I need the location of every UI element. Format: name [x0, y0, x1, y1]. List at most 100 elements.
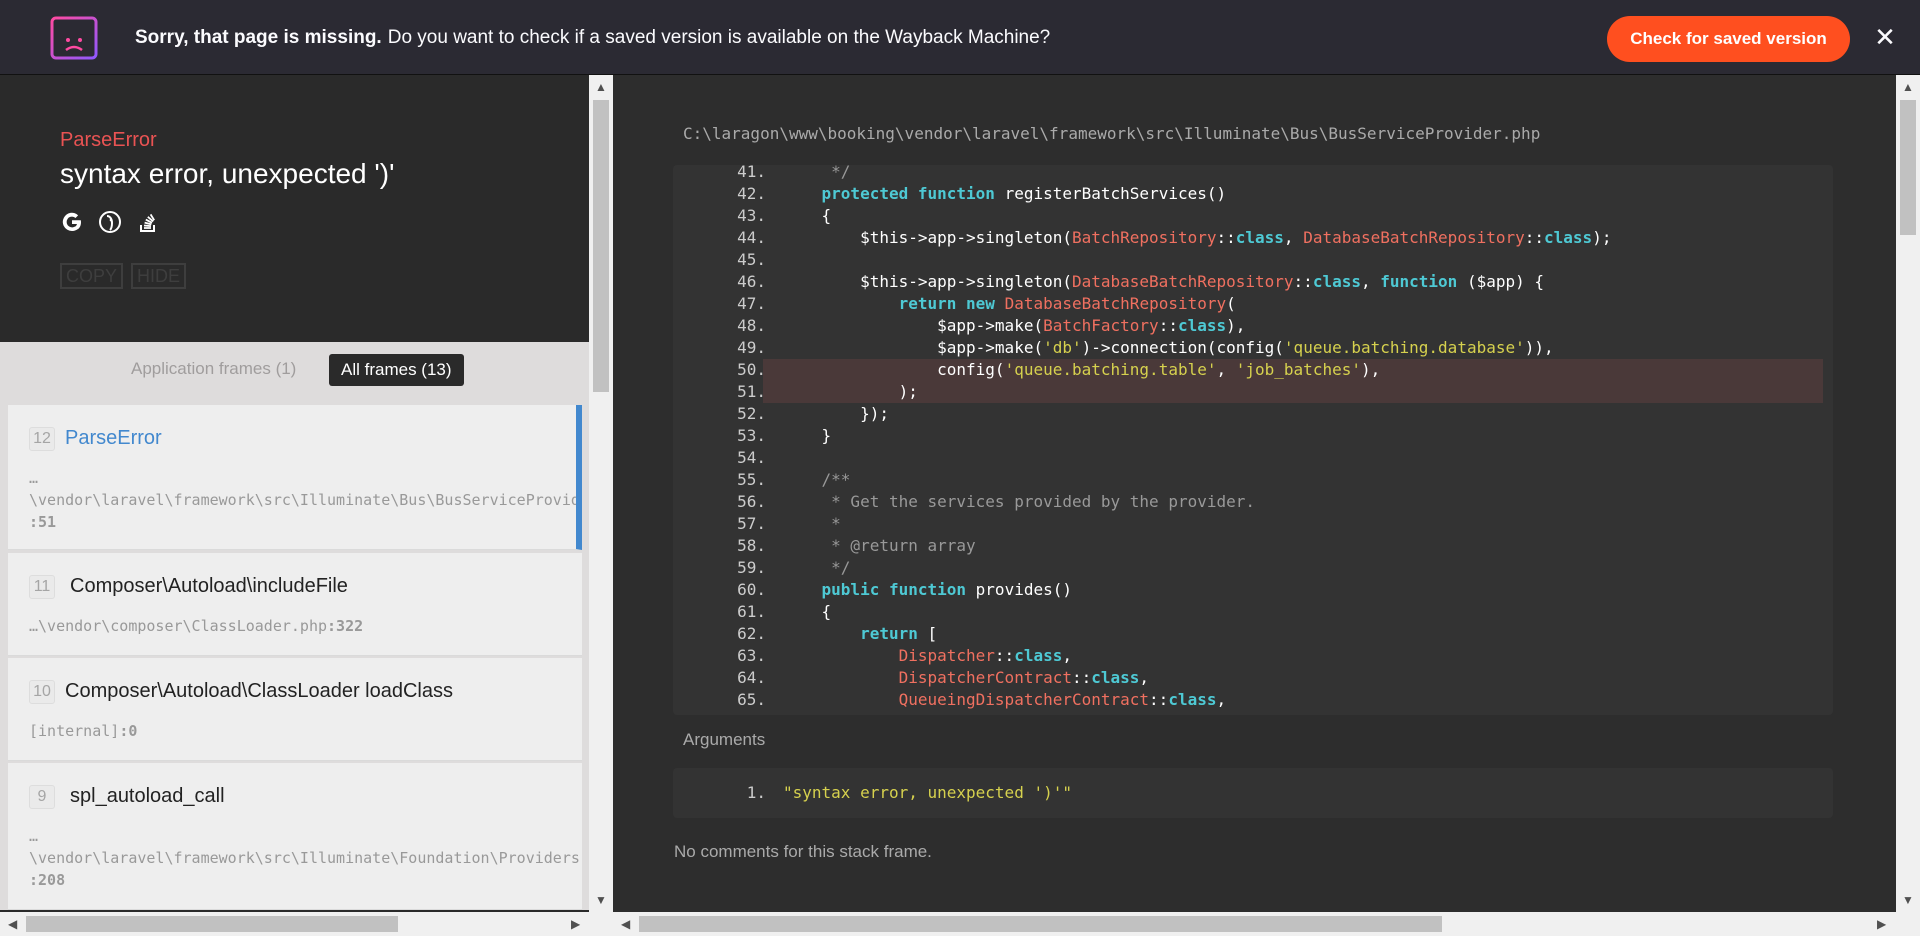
frame-file-path: …\vendor\composer\ClassLoader.php [29, 617, 328, 635]
frame-index: 11 [29, 575, 55, 599]
line-number: 52. [737, 404, 766, 423]
line-code: { [783, 206, 832, 225]
scroll-right-icon[interactable]: ▶ [571, 917, 580, 931]
frame-class: Composer\Autoload\includeFile [70, 575, 348, 597]
line-code: * @return array [783, 536, 976, 555]
line-code: DispatcherContract::class, [898, 668, 1150, 687]
frame-index: 9 [29, 785, 55, 809]
left-horizontal-scrollbar[interactable]: ◀ ▶ [0, 912, 589, 936]
code-line: 45. [673, 249, 1833, 271]
code-line: 42. protected function registerBatchServ… [673, 183, 1833, 205]
scrollbar-corner [589, 912, 613, 936]
line-number: 59. [737, 558, 766, 577]
code-line: 65. QueueingDispatcherContract::class, [673, 689, 1833, 711]
frame-class: ParseError [65, 427, 162, 449]
frame-file: …\vendor\composer\ClassLoader.php:322 [29, 615, 363, 637]
all-frames-tab[interactable]: All frames (13) [329, 354, 464, 386]
application-frames-tab[interactable]: Application frames (1) [131, 359, 296, 379]
line-code: ); [783, 382, 918, 401]
scroll-down-icon[interactable]: ▼ [595, 893, 607, 907]
code-line: 58. * @return array [673, 535, 1833, 557]
banner-bold-text: Sorry, that page is missing. [135, 27, 382, 48]
line-code: * [783, 514, 841, 533]
line-number: 54. [737, 448, 766, 467]
exception-type: ParseError [60, 129, 157, 151]
line-number: 64. [737, 668, 766, 687]
stack-frame[interactable]: 11 Composer\Autoload\includeFile …\vendo… [8, 553, 582, 656]
line-number: 53. [737, 426, 766, 445]
scroll-right-icon[interactable]: ▶ [1877, 917, 1886, 931]
line-number: 57. [737, 514, 766, 533]
scroll-down-icon[interactable]: ▼ [1902, 893, 1914, 907]
argument-number: 1. [746, 783, 766, 802]
line-code: return new DatabaseBatchRepository( [898, 294, 1236, 313]
frame-file-path[interactable]: C:\laragon\www\booking\vendor\laravel\fr… [683, 124, 1540, 143]
exception-header: ParseError syntax error, unexpected ')' … [0, 75, 589, 342]
line-code: return [ [860, 624, 938, 643]
left-vertical-scrollbar[interactable]: ▲ ▼ [589, 75, 613, 912]
frame-file-path: … \vendor\laravel\framework\src\Illumina… [29, 469, 582, 509]
frame-class: spl_autoload_call [70, 785, 225, 807]
code-line: 60. public function provides() [673, 579, 1833, 601]
scrollbar-thumb[interactable] [593, 100, 609, 392]
stack-frame[interactable]: 12 ParseError … \vendor\laravel\framewor… [8, 405, 582, 550]
duckduckgo-icon[interactable] [98, 210, 122, 234]
exception-actions: COPY HIDE [60, 263, 187, 289]
stack-frame[interactable]: 10 Composer\Autoload\ClassLoader loadCla… [8, 658, 582, 761]
code-line: 46. $this->app->singleton(DatabaseBatchR… [673, 271, 1833, 293]
stackoverflow-icon[interactable] [136, 210, 160, 234]
right-horizontal-scrollbar[interactable]: ◀ ▶ [613, 912, 1920, 936]
scroll-up-icon[interactable]: ▲ [595, 80, 607, 94]
line-number: 55. [737, 470, 766, 489]
google-icon[interactable] [60, 210, 84, 234]
code-snippet: 41. */42. protected function registerBat… [673, 165, 1833, 715]
line-code: $app->make(BatchFactory::class), [783, 316, 1246, 335]
code-line: 49. $app->make('db')->connection(config(… [673, 337, 1833, 359]
frame-line: :0 [119, 722, 138, 740]
code-line: 61. { [673, 601, 1833, 623]
line-code: Dispatcher::class, [898, 646, 1072, 665]
line-code: */ [783, 165, 851, 181]
line-number: 58. [737, 536, 766, 555]
code-line: 48. $app->make(BatchFactory::class), [673, 315, 1833, 337]
hide-button[interactable]: HIDE [131, 263, 187, 289]
scroll-left-icon[interactable]: ◀ [8, 917, 17, 931]
right-vertical-scrollbar[interactable]: ▲ ▼ [1896, 75, 1920, 912]
code-line: 51. ); [737, 381, 1823, 403]
code-line: 56. * Get the services provided by the p… [673, 491, 1833, 513]
argument-value: "syntax error, unexpected ')'" [783, 783, 1072, 802]
code-line: 44. $this->app->singleton(BatchRepositor… [673, 227, 1833, 249]
line-code: */ [783, 558, 851, 577]
scroll-left-icon[interactable]: ◀ [621, 917, 630, 931]
line-number: 41. [737, 165, 766, 181]
exception-message: syntax error, unexpected ')' [60, 158, 395, 189]
code-line: 59. */ [673, 557, 1833, 579]
code-line: 53. } [673, 425, 1833, 447]
line-code: /** [783, 470, 851, 489]
copy-button[interactable]: COPY [60, 263, 124, 289]
line-number: 42. [737, 184, 766, 203]
stack-frame-list: 12 ParseError … \vendor\laravel\framewor… [0, 400, 589, 910]
frame-line: :208 [29, 871, 66, 889]
left-panel: ParseError syntax error, unexpected ')' … [0, 75, 589, 936]
check-saved-version-button[interactable]: Check for saved version [1607, 16, 1850, 62]
code-line: 63. Dispatcher::class, [673, 645, 1833, 667]
line-code: { [783, 602, 832, 621]
scrollbar-thumb[interactable] [1900, 100, 1916, 235]
frames-filter: Application frames (1) All frames (13) [0, 342, 589, 400]
banner-text: Do you want to check if a saved version … [387, 27, 1051, 48]
line-code: $this->app->singleton(DatabaseBatchRepos… [783, 272, 1545, 291]
scrollbar-thumb[interactable] [639, 916, 1442, 932]
code-line: 41. */ [673, 165, 1833, 183]
close-icon[interactable]: ✕ [1870, 22, 1900, 52]
line-number: 56. [737, 492, 766, 511]
code-line: 55. /** [673, 469, 1833, 491]
frame-index: 10 [29, 680, 55, 704]
scroll-up-icon[interactable]: ▲ [1902, 80, 1914, 94]
stack-frame[interactable]: 9 spl_autoload_call … \vendor\laravel\fr… [8, 763, 582, 910]
line-number: 46. [737, 272, 766, 291]
frame-file-path: … \vendor\laravel\framework\src\Illumina… [29, 827, 580, 867]
scrollbar-thumb[interactable] [26, 916, 398, 932]
wayback-banner: Sorry, that page is missing. Do you want … [0, 0, 1920, 75]
line-number: 62. [737, 624, 766, 643]
